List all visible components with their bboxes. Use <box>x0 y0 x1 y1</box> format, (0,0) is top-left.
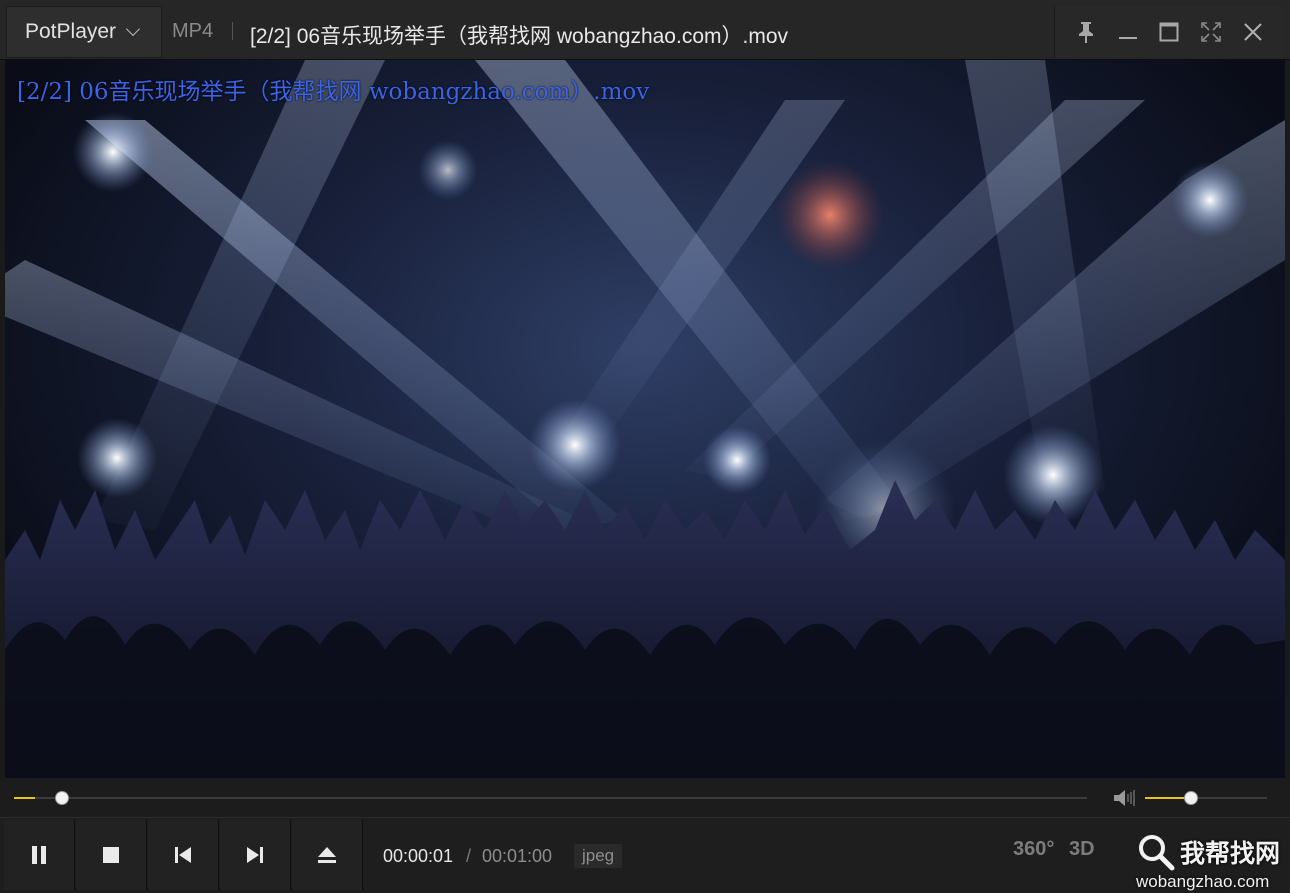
watermark-en: wobangzhao.com <box>1136 872 1270 891</box>
magnifier-icon <box>1139 835 1175 871</box>
watermark-cn: 我帮找网 <box>1180 840 1281 868</box>
osd-filename: [2/2] 06音乐现场举手（我帮找网 wobangzhao.com）.mov <box>17 79 650 105</box>
format-badge: MP4 <box>172 20 214 42</box>
minimize-icon[interactable] <box>1114 18 1142 46</box>
volume-handle[interactable] <box>1184 791 1199 805</box>
vr360-button[interactable]: 360° <box>1013 838 1054 861</box>
fullscreen-icon[interactable] <box>1197 18 1225 46</box>
window-title: [2/2] 06音乐现场举手（我帮找网 wobangzhao.com）.mov <box>250 25 789 48</box>
eject-icon <box>318 847 336 863</box>
seek-progress <box>14 797 36 799</box>
seek-row <box>0 779 1290 817</box>
control-bar: 00:00:01 / 00:01:00 jpeg 360° 3D 我帮找网 wo… <box>0 817 1290 893</box>
seek-bar[interactable] <box>14 791 1087 805</box>
total-time: 00:01:00 <box>482 846 553 866</box>
window-controls <box>1054 6 1284 58</box>
concert-scene-image <box>5 60 1285 778</box>
title-divider <box>232 22 233 40</box>
maximize-icon[interactable] <box>1155 18 1183 46</box>
volume-slider[interactable] <box>1145 791 1267 805</box>
codec-badge[interactable]: jpeg <box>574 844 623 868</box>
pause-icon <box>32 846 46 864</box>
close-icon[interactable] <box>1239 18 1267 46</box>
stop-button[interactable] <box>76 820 147 890</box>
seek-handle[interactable] <box>55 791 70 805</box>
volume-icon[interactable] <box>1112 788 1136 808</box>
app-logo-text: PotPlayer <box>25 20 117 43</box>
previous-button[interactable] <box>148 820 219 890</box>
eject-button[interactable] <box>292 820 363 890</box>
3d-button[interactable]: 3D <box>1069 838 1095 861</box>
previous-icon <box>175 847 191 863</box>
pause-button[interactable] <box>4 820 75 890</box>
pin-icon[interactable] <box>1072 18 1100 46</box>
video-viewport[interactable]: [2/2] 06音乐现场举手（我帮找网 wobangzhao.com）.mov <box>5 60 1285 778</box>
current-time: 00:00:01 <box>383 846 454 866</box>
time-separator: / <box>466 846 472 866</box>
next-button[interactable] <box>220 820 291 890</box>
potplayer-menu-button[interactable]: PotPlayer <box>6 6 162 58</box>
stop-icon <box>103 847 119 863</box>
chevron-down-icon <box>125 21 141 37</box>
next-icon <box>247 847 263 863</box>
title-bar[interactable]: PotPlayer MP4 [2/2] 06音乐现场举手（我帮找网 wobang… <box>0 0 1290 60</box>
watermark: 我帮找网 wobangzhao.com <box>1128 828 1288 893</box>
